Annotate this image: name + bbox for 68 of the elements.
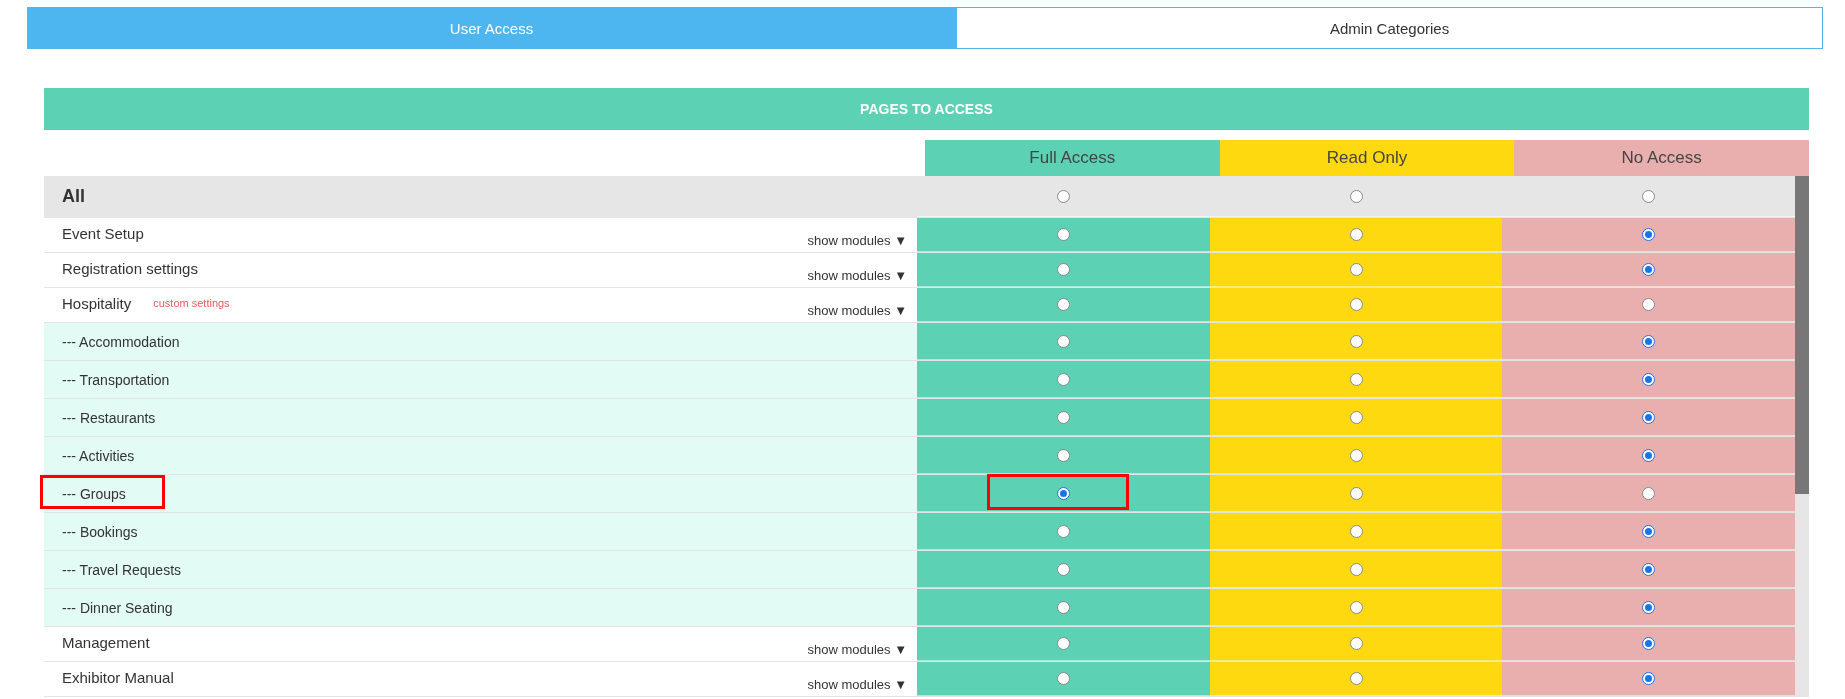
radio-button[interactable] — [1056, 562, 1070, 576]
radio-button[interactable] — [1349, 410, 1363, 424]
radio-button[interactable] — [1642, 448, 1656, 462]
radio-button[interactable] — [1642, 600, 1656, 614]
tab[interactable]: Admin Categories — [956, 7, 1823, 49]
radio-button[interactable] — [1642, 228, 1656, 241]
custom-settings-note: custom settings — [153, 297, 230, 309]
row-label: Management — [62, 634, 150, 651]
section-header: PAGES TO ACCESS — [44, 88, 1809, 130]
radio-button[interactable] — [1349, 228, 1363, 241]
show-modules-link[interactable]: show modules ▼ — [807, 303, 907, 318]
radio-button[interactable] — [1056, 263, 1070, 276]
show-modules-link[interactable]: show modules ▼ — [807, 268, 907, 283]
column-header: No Access — [1514, 140, 1809, 176]
radio-button[interactable] — [1349, 298, 1363, 311]
row-label: All — [62, 186, 85, 207]
row-label: Registration settings — [62, 260, 198, 277]
radio-button[interactable] — [1642, 486, 1656, 500]
radio-button[interactable] — [1056, 228, 1070, 241]
radio-button[interactable] — [1056, 600, 1070, 614]
show-modules-link[interactable]: show modules ▼ — [807, 677, 907, 692]
radio-button[interactable] — [1349, 372, 1363, 386]
radio-button[interactable] — [1642, 637, 1656, 650]
radio-button[interactable] — [1349, 524, 1363, 538]
row-label: Exhibitor Manual — [62, 669, 174, 686]
radio-button[interactable] — [1642, 372, 1656, 386]
radio-button[interactable] — [1056, 672, 1070, 685]
row-label: --- Dinner Seating — [62, 599, 173, 616]
radio-button[interactable] — [1349, 637, 1363, 650]
row-label: Event Setup — [62, 225, 144, 242]
radio-button[interactable] — [1642, 298, 1656, 311]
column-header: Read Only — [1219, 140, 1515, 176]
radio-button[interactable] — [1642, 524, 1656, 538]
radio-button[interactable] — [1056, 448, 1070, 462]
radio-button[interactable] — [1056, 486, 1070, 500]
radio-button[interactable] — [1642, 189, 1656, 203]
scrollbar[interactable] — [1795, 176, 1809, 697]
radio-button[interactable] — [1056, 189, 1070, 203]
radio-button[interactable] — [1642, 334, 1656, 348]
radio-button[interactable] — [1056, 298, 1070, 311]
show-modules-link[interactable]: show modules ▼ — [807, 233, 907, 248]
radio-button[interactable] — [1349, 600, 1363, 614]
radio-button[interactable] — [1056, 637, 1070, 650]
radio-button[interactable] — [1349, 334, 1363, 348]
radio-button[interactable] — [1056, 372, 1070, 386]
show-modules-link[interactable]: show modules ▼ — [807, 642, 907, 657]
row-label: --- Groups — [62, 485, 126, 502]
radio-button[interactable] — [1349, 672, 1363, 685]
row-label: --- Bookings — [62, 523, 138, 540]
radio-button[interactable] — [1349, 448, 1363, 462]
row-label: Hospitality — [62, 295, 132, 312]
column-header: Full Access — [925, 140, 1220, 176]
radio-button[interactable] — [1642, 410, 1656, 424]
radio-button[interactable] — [1349, 562, 1363, 576]
row-label: --- Activities — [62, 447, 135, 464]
radio-button[interactable] — [1056, 334, 1070, 348]
radio-button[interactable] — [1056, 524, 1070, 538]
row-label: --- Restaurants — [62, 409, 156, 426]
row-label: --- Travel Requests — [62, 561, 182, 578]
radio-button[interactable] — [1349, 486, 1363, 500]
row-label: --- Transportation — [62, 371, 170, 388]
radio-button[interactable] — [1642, 562, 1656, 576]
radio-button[interactable] — [1349, 263, 1363, 276]
radio-button[interactable] — [1349, 189, 1363, 203]
radio-button[interactable] — [1642, 672, 1656, 685]
radio-button[interactable] — [1642, 263, 1656, 276]
row-label: --- Accommodation — [62, 333, 180, 350]
radio-button[interactable] — [1056, 410, 1070, 424]
